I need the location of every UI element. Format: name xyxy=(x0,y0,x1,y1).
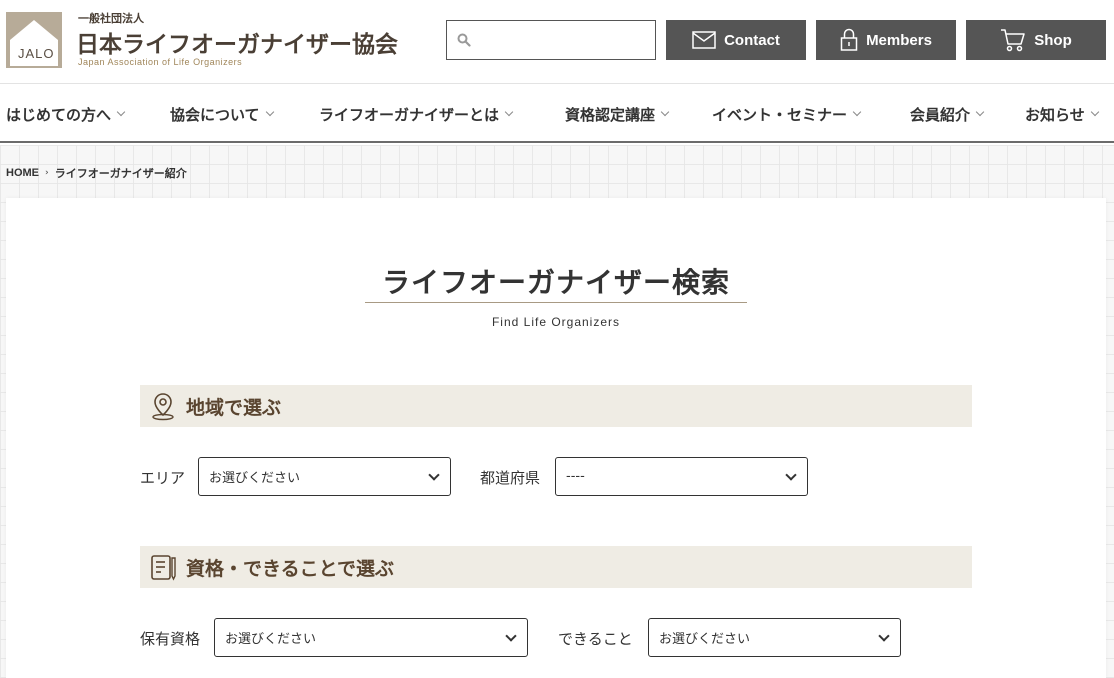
chevron-down-icon xyxy=(504,107,514,117)
breadcrumb: HOME › ライフオーガナイザー紹介 xyxy=(6,165,187,181)
section-title-qualification: 資格・できることで選ぶ xyxy=(186,557,395,580)
qualification-label: 保有資格 xyxy=(140,630,201,648)
breadcrumb-separator: › xyxy=(45,168,49,178)
chevron-down-icon xyxy=(852,107,862,117)
nav-label: イベント・セミナー xyxy=(712,105,848,124)
search-input[interactable] xyxy=(477,27,647,53)
chevron-down-icon xyxy=(505,630,517,642)
title-underline xyxy=(365,302,747,303)
prefecture-select[interactable]: ---- xyxy=(555,457,808,496)
search-icon xyxy=(457,33,471,47)
logo-icon[interactable]: JALO xyxy=(6,12,62,68)
prefecture-label: 都道府県 xyxy=(480,469,541,487)
chevron-down-icon xyxy=(428,469,440,481)
logo-text: JALO xyxy=(18,46,55,61)
org-name-en: Japan Association of Life Organizers xyxy=(78,57,243,67)
section-header-qualification: 資格・できることで選ぶ xyxy=(140,546,972,588)
page-title: ライフオーガナイザー検索 xyxy=(381,266,730,299)
prefecture-select-value: ---- xyxy=(566,469,585,484)
members-label: Members xyxy=(866,31,932,49)
nav-item-what-is[interactable]: ライフオーガナイザーとは xyxy=(319,85,514,143)
main-card: ライフオーガナイザー検索 Find Life Organizers 地域で選ぶ … xyxy=(6,198,1106,678)
chevron-down-icon xyxy=(878,630,890,642)
breadcrumb-home-link[interactable]: HOME xyxy=(6,167,39,179)
nav-label: 資格認定講座 xyxy=(565,105,656,124)
nav-item-news[interactable]: お知らせ xyxy=(1025,85,1099,143)
qualification-select-value: お選びください xyxy=(225,632,317,647)
page-subtitle: Find Life Organizers xyxy=(491,315,621,329)
main-nav: はじめての方へ 協会について ライフオーガナイザーとは 資格認定講座 イベント・… xyxy=(0,85,1114,143)
map-pin-icon xyxy=(152,393,174,421)
contact-label: Contact xyxy=(724,31,780,49)
nav-label: ライフオーガナイザーとは xyxy=(319,105,500,124)
abilities-select[interactable]: お選びください xyxy=(648,618,901,657)
contact-button[interactable]: Contact xyxy=(666,20,806,60)
chevron-down-icon xyxy=(116,107,126,117)
abilities-label: できること xyxy=(558,630,633,648)
nav-label: 会員紹介 xyxy=(910,105,971,124)
cart-icon xyxy=(1001,29,1025,52)
chevron-down-icon xyxy=(1090,107,1099,117)
qualification-select[interactable]: お選びください xyxy=(214,618,528,657)
chevron-down-icon xyxy=(785,469,797,481)
chevron-down-icon xyxy=(660,107,670,117)
org-name[interactable]: 日本ライフオーガナイザー協会 xyxy=(76,25,398,59)
chevron-down-icon xyxy=(265,107,274,117)
mail-icon xyxy=(692,31,716,49)
document-icon xyxy=(151,555,176,581)
area-label: エリア xyxy=(140,469,186,487)
shop-label: Shop xyxy=(1034,31,1072,49)
nav-item-about[interactable]: 協会について xyxy=(170,85,274,143)
nav-item-courses[interactable]: 資格認定講座 xyxy=(565,85,670,143)
org-type: 一般社団法人 xyxy=(78,12,144,25)
nav-item-events[interactable]: イベント・セミナー xyxy=(712,85,862,143)
area-select[interactable]: お選びください xyxy=(198,457,451,496)
search-box[interactable] xyxy=(446,20,656,60)
nav-label: お知らせ xyxy=(1025,105,1085,124)
nav-item-members[interactable]: 会員紹介 xyxy=(910,85,985,143)
nav-item-beginners[interactable]: はじめての方へ xyxy=(6,85,126,143)
section-header-area: 地域で選ぶ xyxy=(140,385,972,427)
nav-label: 協会について xyxy=(170,105,260,124)
area-select-value: お選びください xyxy=(209,471,301,486)
members-button[interactable]: Members xyxy=(816,20,956,60)
site-header: JALO 一般社団法人 日本ライフオーガナイザー協会 Japan Associa… xyxy=(0,0,1114,84)
shop-button[interactable]: Shop xyxy=(966,20,1106,60)
chevron-down-icon xyxy=(975,107,985,117)
section-title-area: 地域で選ぶ xyxy=(186,396,282,419)
lock-icon xyxy=(840,28,858,51)
breadcrumb-current: ライフオーガナイザー紹介 xyxy=(54,167,187,180)
nav-label: はじめての方へ xyxy=(6,105,112,124)
abilities-select-value: お選びください xyxy=(659,632,751,647)
